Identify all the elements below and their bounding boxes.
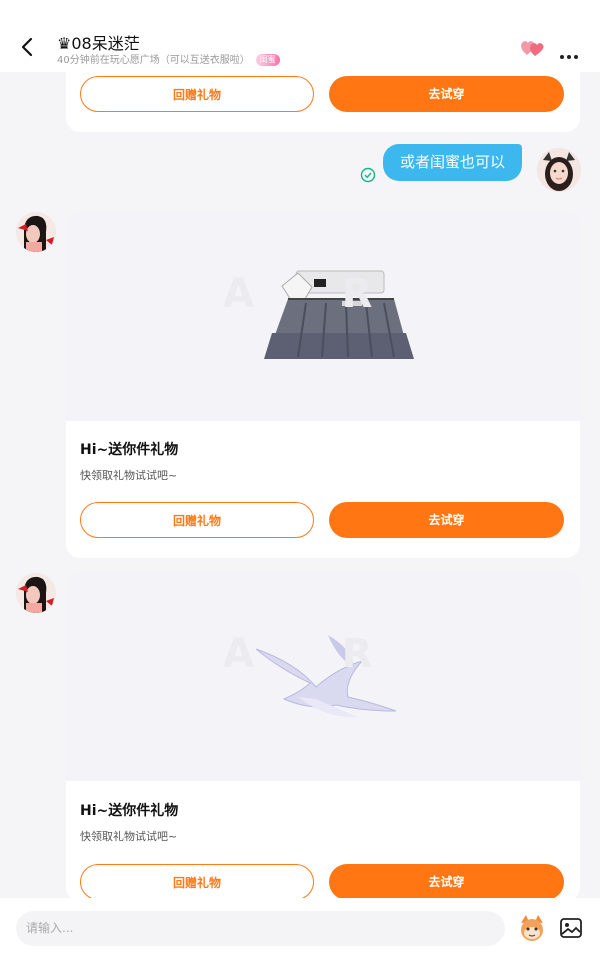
- chat-header: ♛08呆迷茫 40分钟前在玩心愿广场（可以互送衣服啦） 闺蜜: [0, 0, 600, 72]
- image-icon: [560, 918, 582, 938]
- gift-image-skirt[interactable]: A R: [66, 211, 580, 421]
- more-dot: [574, 55, 578, 59]
- relationship-badge: 闺蜜: [255, 54, 280, 66]
- gift-title: Hi~送你件礼物: [80, 803, 179, 819]
- friend-avatar[interactable]: [16, 212, 56, 252]
- gift-description: 快领取礼物试试吧~: [80, 830, 178, 843]
- friend-avatar[interactable]: [16, 573, 56, 613]
- avatar-image: [537, 148, 581, 192]
- gift-card-partial: 回赠礼物 去试穿: [66, 72, 580, 132]
- intimacy-button[interactable]: [519, 38, 545, 58]
- try-on-button[interactable]: 去试穿: [329, 502, 564, 538]
- gift-description: 快领取礼物试试吧~: [80, 469, 178, 482]
- message-input[interactable]: 请输入...: [16, 911, 505, 946]
- back-button[interactable]: [14, 34, 40, 60]
- gift-image-bird[interactable]: A R: [66, 571, 580, 781]
- gift-card[interactable]: A R Hi~送你件礼物 快领取礼物试试吧~ 回赠礼物 去试穿: [66, 571, 580, 901]
- avatar-image: [16, 573, 56, 613]
- image-button[interactable]: [559, 916, 583, 940]
- gift-card[interactable]: A R Hi~送你件礼物 快领取礼物试试吧~ 回赠礼物 去试穿: [66, 211, 580, 558]
- input-bar: 请输入...: [0, 898, 600, 960]
- emoji-icon: [521, 915, 543, 941]
- try-on-button[interactable]: 去试穿: [329, 864, 564, 900]
- more-button[interactable]: [560, 44, 584, 59]
- return-gift-button[interactable]: 回赠礼物: [80, 76, 314, 112]
- return-gift-button[interactable]: 回赠礼物: [80, 502, 314, 538]
- gift-title: Hi~送你件礼物: [80, 442, 179, 458]
- more-dot: [567, 55, 571, 59]
- return-gift-button[interactable]: 回赠礼物: [80, 864, 314, 900]
- avatar-image: [16, 212, 56, 252]
- more-icon: [560, 55, 564, 59]
- my-avatar[interactable]: [537, 148, 581, 192]
- my-message-bubble[interactable]: 或者闺蜜也可以: [383, 144, 522, 181]
- read-check-icon: [360, 167, 376, 183]
- chat-subtitle: 40分钟前在玩心愿广场（可以互送衣服啦） 闺蜜: [57, 51, 280, 66]
- status-text: 40分钟前在玩心愿广场（可以互送衣服啦）: [57, 55, 250, 66]
- try-on-button[interactable]: 去试穿: [329, 76, 564, 112]
- heart-icon: [521, 41, 544, 56]
- watermark: A R: [223, 271, 376, 317]
- watermark: A R: [223, 631, 376, 677]
- back-icon: [21, 37, 33, 57]
- emoji-button[interactable]: [517, 913, 547, 943]
